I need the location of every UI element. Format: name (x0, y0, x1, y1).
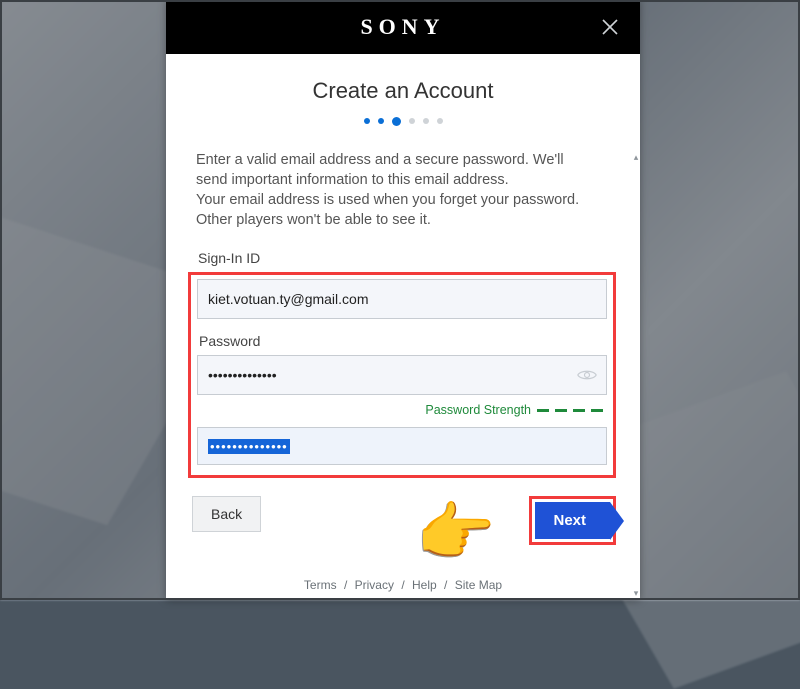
scrollbar[interactable]: ▴ ▾ (634, 152, 638, 598)
password-label: Password (199, 333, 607, 349)
footer-links: Terms / Privacy / Help / Site Map (166, 578, 640, 592)
signin-id-label: Sign-In ID (198, 250, 610, 266)
step-dot (409, 118, 415, 124)
footer-help-link[interactable]: Help (412, 578, 437, 592)
footer-terms-link[interactable]: Terms (304, 578, 337, 592)
credentials-highlight: Password Password Strength (188, 272, 616, 478)
modal-body: ▴ ▾ Enter a valid email address and a se… (166, 150, 640, 600)
instruction-line: Your email address is used when you forg… (196, 192, 579, 208)
confirm-password-input[interactable]: •••••••••••••• (197, 427, 607, 465)
instruction-line: send important information to this email… (196, 172, 509, 188)
confirm-password-selection: •••••••••••••• (208, 439, 290, 454)
sony-logo: SONY (360, 14, 445, 40)
instruction-text: Enter a valid email address and a secure… (196, 150, 610, 230)
footer-privacy-link[interactable]: Privacy (355, 578, 394, 592)
progress-stepper (166, 118, 640, 126)
password-strength: Password Strength (197, 403, 603, 417)
strength-bar-icon (555, 409, 567, 412)
strength-bar-icon (591, 409, 603, 412)
strength-bar-icon (573, 409, 585, 412)
separator: / (444, 578, 447, 592)
strength-bar-icon (537, 409, 549, 412)
instruction-line: Other players won't be able to see it. (196, 212, 431, 228)
close-icon (601, 18, 619, 36)
step-dot (378, 118, 384, 124)
create-account-modal: SONY Create an Account ▴ ▾ Enter a valid… (166, 0, 640, 600)
step-dot (364, 118, 370, 124)
toggle-password-visibility[interactable] (577, 355, 597, 395)
signin-id-input[interactable] (197, 279, 607, 319)
modal-title: Create an Account (166, 78, 640, 104)
password-strength-label: Password Strength (425, 403, 531, 417)
modal-header: SONY (166, 0, 640, 54)
step-dot (437, 118, 443, 124)
separator: / (344, 578, 347, 592)
step-dot-active (392, 117, 401, 126)
eye-icon (577, 368, 597, 382)
footer-sitemap-link[interactable]: Site Map (455, 578, 502, 592)
next-button-highlight: Next (529, 496, 616, 545)
instruction-line: Enter a valid email address and a secure… (196, 152, 564, 168)
next-button[interactable]: Next (535, 502, 610, 539)
separator: / (401, 578, 404, 592)
close-button[interactable] (590, 0, 630, 54)
scroll-up-icon[interactable]: ▴ (632, 152, 640, 162)
step-dot (423, 118, 429, 124)
password-input[interactable] (197, 355, 607, 395)
back-button[interactable]: Back (192, 496, 261, 532)
